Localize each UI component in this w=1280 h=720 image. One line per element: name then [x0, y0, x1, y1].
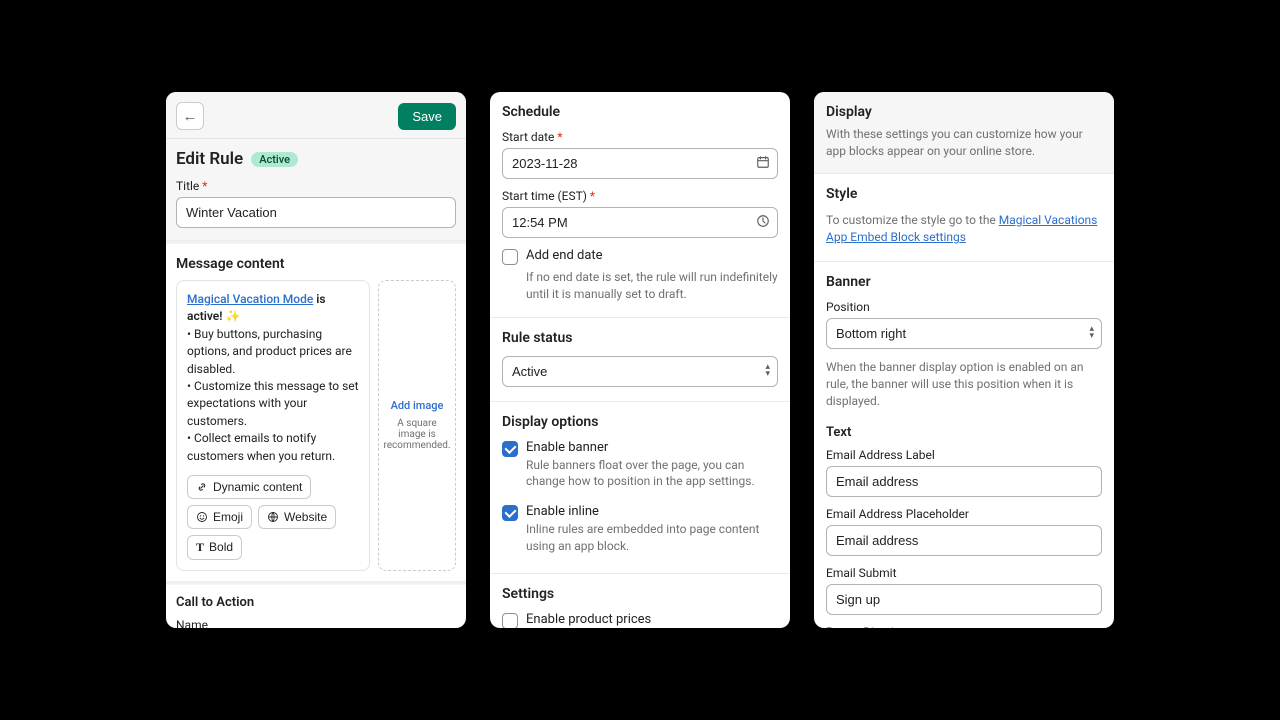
- rule-status-select[interactable]: Active: [502, 356, 778, 387]
- display-card: Display With these settings you can cust…: [814, 92, 1114, 628]
- message-bullet-2: • Customize this message to set expectat…: [187, 379, 359, 428]
- schedule-section: Schedule Start date * Start time (EST) *: [490, 92, 790, 318]
- email-placeholder-input[interactable]: [826, 525, 1102, 556]
- popup-dismiss-label: Popup Dismiss: [826, 625, 1102, 628]
- position-label: Position: [826, 300, 1102, 314]
- cta-name-label: Name: [176, 618, 456, 628]
- position-select[interactable]: Bottom right: [826, 318, 1102, 349]
- enable-inline-checkbox[interactable]: [502, 505, 518, 521]
- email-placeholder-label: Email Address Placeholder: [826, 507, 1102, 521]
- settings-title: Settings: [502, 586, 778, 602]
- style-description: To customize the style go to the Magical…: [826, 212, 1102, 247]
- enable-inline-help: Inline rules are embedded into page cont…: [526, 521, 778, 555]
- display-options-section: Display options Enable banner Rule banne…: [490, 402, 790, 574]
- enable-banner-help: Rule banners float over the page, you ca…: [526, 457, 778, 491]
- divider: [166, 581, 466, 585]
- cta-section: Call to Action Name Link: [166, 595, 466, 628]
- style-title: Style: [826, 186, 1102, 202]
- style-section: Style To customize the style go to the M…: [814, 174, 1114, 262]
- display-title: Display: [826, 104, 1102, 120]
- email-submit-input[interactable]: [826, 584, 1102, 615]
- back-button[interactable]: ←: [176, 102, 204, 130]
- edit-rule-card: ← Save Edit Rule Active Title * Message …: [166, 92, 466, 628]
- bold-chip[interactable]: T Bold: [187, 535, 242, 560]
- add-image-help: A square image is recommended.: [383, 418, 451, 451]
- position-help: When the banner display option is enable…: [826, 359, 1102, 411]
- start-date-input[interactable]: [502, 148, 778, 179]
- editor-chip-row: Dynamic content Emoji Website T Bold: [187, 475, 359, 560]
- schedule-title: Schedule: [502, 104, 778, 120]
- globe-icon: [267, 511, 279, 523]
- add-image-label: Add image: [391, 399, 444, 412]
- enable-banner-label: Enable banner: [526, 440, 778, 455]
- status-badge: Active: [251, 152, 298, 167]
- message-link[interactable]: Magical Vacation Mode: [187, 292, 313, 306]
- sparkle-icon: ✨: [225, 309, 240, 323]
- enable-banner-checkbox[interactable]: [502, 441, 518, 457]
- display-options-title: Display options: [502, 414, 778, 430]
- card-header: ← Save: [166, 92, 466, 139]
- cta-heading: Call to Action: [176, 595, 456, 610]
- display-description: With these settings you can customize ho…: [826, 126, 1102, 161]
- email-label-label: Email Address Label: [826, 448, 1102, 462]
- message-bullet-1: • Buy buttons, purchasing options, and p…: [187, 327, 352, 376]
- start-time-input[interactable]: [502, 207, 778, 238]
- add-end-date-checkbox[interactable]: [502, 249, 518, 265]
- display-header: Display With these settings you can cust…: [814, 92, 1114, 174]
- banner-section: Banner Position Bottom right ▴▾ When the…: [814, 262, 1114, 628]
- enable-prices-label: Enable product prices: [526, 612, 778, 627]
- banner-title: Banner: [826, 274, 1102, 290]
- message-editor[interactable]: Magical Vacation Mode is active! ✨ • Buy…: [176, 280, 370, 571]
- start-time-label: Start time (EST) *: [502, 189, 778, 203]
- rule-status-title: Rule status: [502, 330, 778, 346]
- save-button[interactable]: Save: [398, 103, 456, 130]
- message-content-row: Magical Vacation Mode is active! ✨ • Buy…: [166, 280, 466, 581]
- emoji-chip[interactable]: Emoji: [187, 505, 252, 529]
- title-field-section: Title *: [166, 169, 466, 240]
- link-icon: [196, 481, 208, 493]
- add-image-dropzone[interactable]: Add image A square image is recommended.: [378, 280, 456, 571]
- add-end-date-label: Add end date: [526, 248, 603, 263]
- enable-inline-label: Enable inline: [526, 504, 778, 519]
- title-label: Title *: [176, 179, 456, 193]
- title-row: Edit Rule Active: [166, 139, 466, 169]
- settings-section: Settings Enable product prices Displays …: [490, 574, 790, 628]
- bold-t-icon: T: [196, 540, 204, 555]
- page-title: Edit Rule: [176, 149, 243, 169]
- website-chip[interactable]: Website: [258, 505, 336, 529]
- add-end-date-help: If no end date is set, the rule will run…: [526, 269, 778, 303]
- smile-icon: [196, 511, 208, 523]
- text-subtitle: Text: [826, 425, 1102, 440]
- message-content-heading: Message content: [166, 244, 466, 280]
- rule-status-section: Rule status Active ▴▾: [490, 318, 790, 402]
- start-date-label: Start date *: [502, 130, 778, 144]
- enable-prices-checkbox[interactable]: [502, 613, 518, 628]
- email-label-input[interactable]: [826, 466, 1102, 497]
- calendar-icon[interactable]: [756, 155, 770, 173]
- dynamic-content-chip[interactable]: Dynamic content: [187, 475, 311, 499]
- clock-icon[interactable]: [756, 214, 770, 232]
- schedule-card: Schedule Start date * Start time (EST) *: [490, 92, 790, 628]
- arrow-left-icon: ←: [183, 108, 198, 125]
- message-bullet-3: • Collect emails to notify customers whe…: [187, 431, 335, 462]
- title-input[interactable]: [176, 197, 456, 228]
- email-submit-label: Email Submit: [826, 566, 1102, 580]
